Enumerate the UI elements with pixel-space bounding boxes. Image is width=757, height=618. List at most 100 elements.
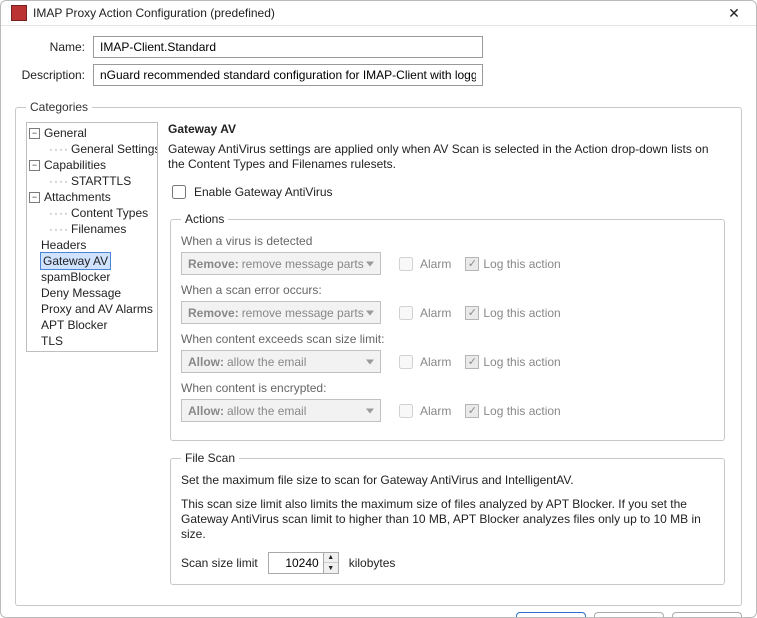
tree-label: Headers xyxy=(41,237,86,253)
action-select[interactable]: Remove:remove message parts xyxy=(181,301,381,324)
actions-fieldset: Actions When a virus is detected Remove:r… xyxy=(170,212,725,441)
description-label: Description: xyxy=(15,68,85,82)
tree-label: Deny Message xyxy=(41,285,121,301)
action-block-2: When content exceeds scan size limit: All… xyxy=(181,332,714,373)
alarm-option[interactable]: Alarm xyxy=(395,352,451,372)
log-checkbox[interactable]: ✓ xyxy=(465,355,479,369)
action-select[interactable]: Allow:allow the email xyxy=(181,399,381,422)
tree-branch-icon: ···· xyxy=(49,205,69,221)
tree-node-deny-message[interactable]: Deny Message xyxy=(27,285,157,301)
panel-description: Gateway AntiVirus settings are applied o… xyxy=(168,142,727,172)
tree-branch-icon: ···· xyxy=(49,221,69,237)
tree-label: General xyxy=(44,125,87,141)
gateway-av-panel: Gateway AV Gateway AntiVirus settings ar… xyxy=(168,122,731,595)
tree-label: Filenames xyxy=(71,221,126,237)
tree-label: TLS xyxy=(41,333,63,349)
filescan-fieldset: File Scan Set the maximum file size to s… xyxy=(170,451,725,585)
tree-node-attachments[interactable]: −Attachments xyxy=(27,189,157,205)
chevron-down-icon xyxy=(366,408,374,413)
tree-node-proxy-and-av-alarms[interactable]: Proxy and AV Alarms xyxy=(27,301,157,317)
filescan-line2: This scan size limit also limits the max… xyxy=(181,497,714,542)
tree-node-general-settings[interactable]: ····General Settings xyxy=(27,141,157,157)
tree-label: Proxy and AV Alarms xyxy=(41,301,153,317)
expand-toggle-icon[interactable]: − xyxy=(29,192,40,203)
action-question: When content is encrypted: xyxy=(181,381,714,395)
enable-gateway-av-label: Enable Gateway AntiVirus xyxy=(194,185,333,199)
alarm-checkbox[interactable] xyxy=(399,355,413,369)
ok-button[interactable]: OK xyxy=(516,612,586,618)
expand-toggle-icon[interactable]: − xyxy=(29,128,40,139)
alarm-option[interactable]: Alarm xyxy=(395,401,451,421)
tree-node-tls[interactable]: TLS xyxy=(27,333,157,349)
alarm-checkbox[interactable] xyxy=(399,404,413,418)
tree-label: Attachments xyxy=(44,189,111,205)
action-question: When content exceeds scan size limit: xyxy=(181,332,714,346)
tree-node-content-types[interactable]: ····Content Types xyxy=(27,205,157,221)
window-title: IMAP Proxy Action Configuration (predefi… xyxy=(33,6,722,20)
action-block-1: When a scan error occurs: Remove:remove m… xyxy=(181,283,714,324)
cancel-button[interactable]: Cancel xyxy=(594,612,664,618)
chevron-down-icon xyxy=(366,261,374,266)
tree-node-general[interactable]: −General xyxy=(27,125,157,141)
actions-legend: Actions xyxy=(181,212,228,226)
alarm-checkbox[interactable] xyxy=(399,306,413,320)
filescan-line1: Set the maximum file size to scan for Ga… xyxy=(181,473,714,487)
help-button[interactable]: Help xyxy=(672,612,742,618)
tree-label: APT Blocker xyxy=(41,317,107,333)
action-block-3: When content is encrypted: Allow:allow th… xyxy=(181,381,714,422)
tree-node-capabilities[interactable]: −Capabilities xyxy=(27,157,157,173)
log-checkbox[interactable]: ✓ xyxy=(465,404,479,418)
panel-heading: Gateway AV xyxy=(168,122,727,136)
categories-tree[interactable]: −General····General Settings−Capabilitie… xyxy=(26,122,158,352)
action-select[interactable]: Remove:remove message parts xyxy=(181,252,381,275)
chevron-down-icon xyxy=(366,310,374,315)
categories-fieldset: Categories −General····General Settings−… xyxy=(15,100,742,606)
tree-node-filenames[interactable]: ····Filenames xyxy=(27,221,157,237)
scan-size-input[interactable] xyxy=(269,553,323,573)
enable-gateway-av-row: Enable Gateway AntiVirus xyxy=(168,182,727,202)
tree-node-spamblocker[interactable]: spamBlocker xyxy=(27,269,157,285)
categories-legend: Categories xyxy=(26,100,92,114)
expand-toggle-icon[interactable]: − xyxy=(29,160,40,171)
name-field[interactable] xyxy=(93,36,483,58)
tree-node-gateway-av[interactable]: Gateway AV xyxy=(27,253,157,269)
spinner-up-icon[interactable]: ▲ xyxy=(324,553,338,563)
app-icon xyxy=(11,5,27,21)
alarm-option[interactable]: Alarm xyxy=(395,303,451,323)
action-question: When a virus is detected xyxy=(181,234,714,248)
action-select[interactable]: Allow:allow the email xyxy=(181,350,381,373)
tree-label: spamBlocker xyxy=(41,269,110,285)
chevron-down-icon xyxy=(366,359,374,364)
log-option[interactable]: ✓Log this action xyxy=(465,404,560,418)
log-option[interactable]: ✓Log this action xyxy=(465,355,560,369)
window: IMAP Proxy Action Configuration (predefi… xyxy=(0,0,757,618)
enable-gateway-av-checkbox[interactable] xyxy=(172,185,186,199)
alarm-checkbox[interactable] xyxy=(399,257,413,271)
action-question: When a scan error occurs: xyxy=(181,283,714,297)
log-checkbox[interactable]: ✓ xyxy=(465,257,479,271)
tree-node-apt-blocker[interactable]: APT Blocker xyxy=(27,317,157,333)
titlebar: IMAP Proxy Action Configuration (predefi… xyxy=(1,1,756,26)
name-label: Name: xyxy=(15,40,85,54)
tree-branch-icon: ···· xyxy=(49,173,69,189)
log-checkbox[interactable]: ✓ xyxy=(465,306,479,320)
tree-node-headers[interactable]: Headers xyxy=(27,237,157,253)
filescan-legend: File Scan xyxy=(181,451,239,465)
log-option[interactable]: ✓Log this action xyxy=(465,257,560,271)
scan-size-spinner[interactable]: ▲ ▼ xyxy=(268,552,339,574)
tree-label: Content Types xyxy=(71,205,148,221)
log-option[interactable]: ✓Log this action xyxy=(465,306,560,320)
tree-label: Capabilities xyxy=(44,157,106,173)
description-field[interactable] xyxy=(93,64,483,86)
spinner-down-icon[interactable]: ▼ xyxy=(324,563,338,573)
tree-label: General Settings xyxy=(71,141,158,157)
dialog-body: Name: Description: Categories −General··… xyxy=(1,26,756,612)
dialog-footer: OK Cancel Help xyxy=(1,612,756,618)
scan-size-unit: kilobytes xyxy=(349,556,396,570)
action-block-0: When a virus is detected Remove:remove me… xyxy=(181,234,714,275)
tree-node-starttls[interactable]: ····STARTTLS xyxy=(27,173,157,189)
close-icon[interactable]: ✕ xyxy=(722,1,746,25)
tree-branch-icon: ···· xyxy=(49,141,69,157)
scan-size-label: Scan size limit xyxy=(181,556,258,570)
alarm-option[interactable]: Alarm xyxy=(395,254,451,274)
